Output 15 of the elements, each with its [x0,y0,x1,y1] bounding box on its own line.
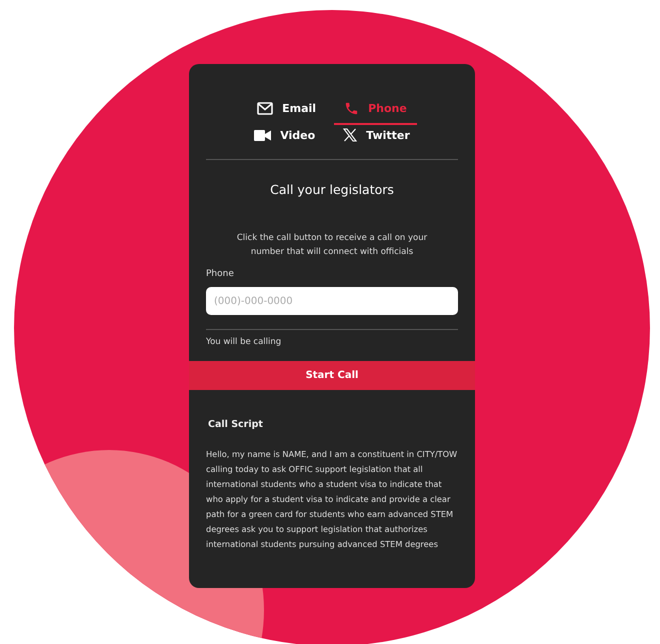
x-logo-icon [343,128,358,142]
phone-icon [344,101,360,116]
field-label: Phone [206,269,235,279]
channel-tab[interactable]: Video [244,125,326,151]
script-text: Hello, my name is NAME, and I am a constituent in CITY/TOW calling today to ask OFFIC support legislation that all international students who a student visa to indicate that who apply for a student visa to indicate and provide a clear path for a green card for students who earn advanced STEM degrees ask you to support legislation that authorizes international students pursuing advanced STEM degrees [206,448,458,551]
channel-tab[interactable]: Email [247,98,326,125]
channel-tab[interactable]: Twitter [333,125,420,151]
script-title: Call Script [208,419,264,430]
envelope-icon [257,102,274,115]
description-text: Click the call button to receive a call on your number that will connect with officials [236,232,428,259]
section-heading: Call your legislators [269,182,395,197]
phone-input-field[interactable]: (000)-000-0000 [206,287,458,315]
calling-note: You will be calling [206,337,282,347]
start-call-button[interactable]: Start Call [189,361,475,390]
video-camera-icon [254,130,272,140]
